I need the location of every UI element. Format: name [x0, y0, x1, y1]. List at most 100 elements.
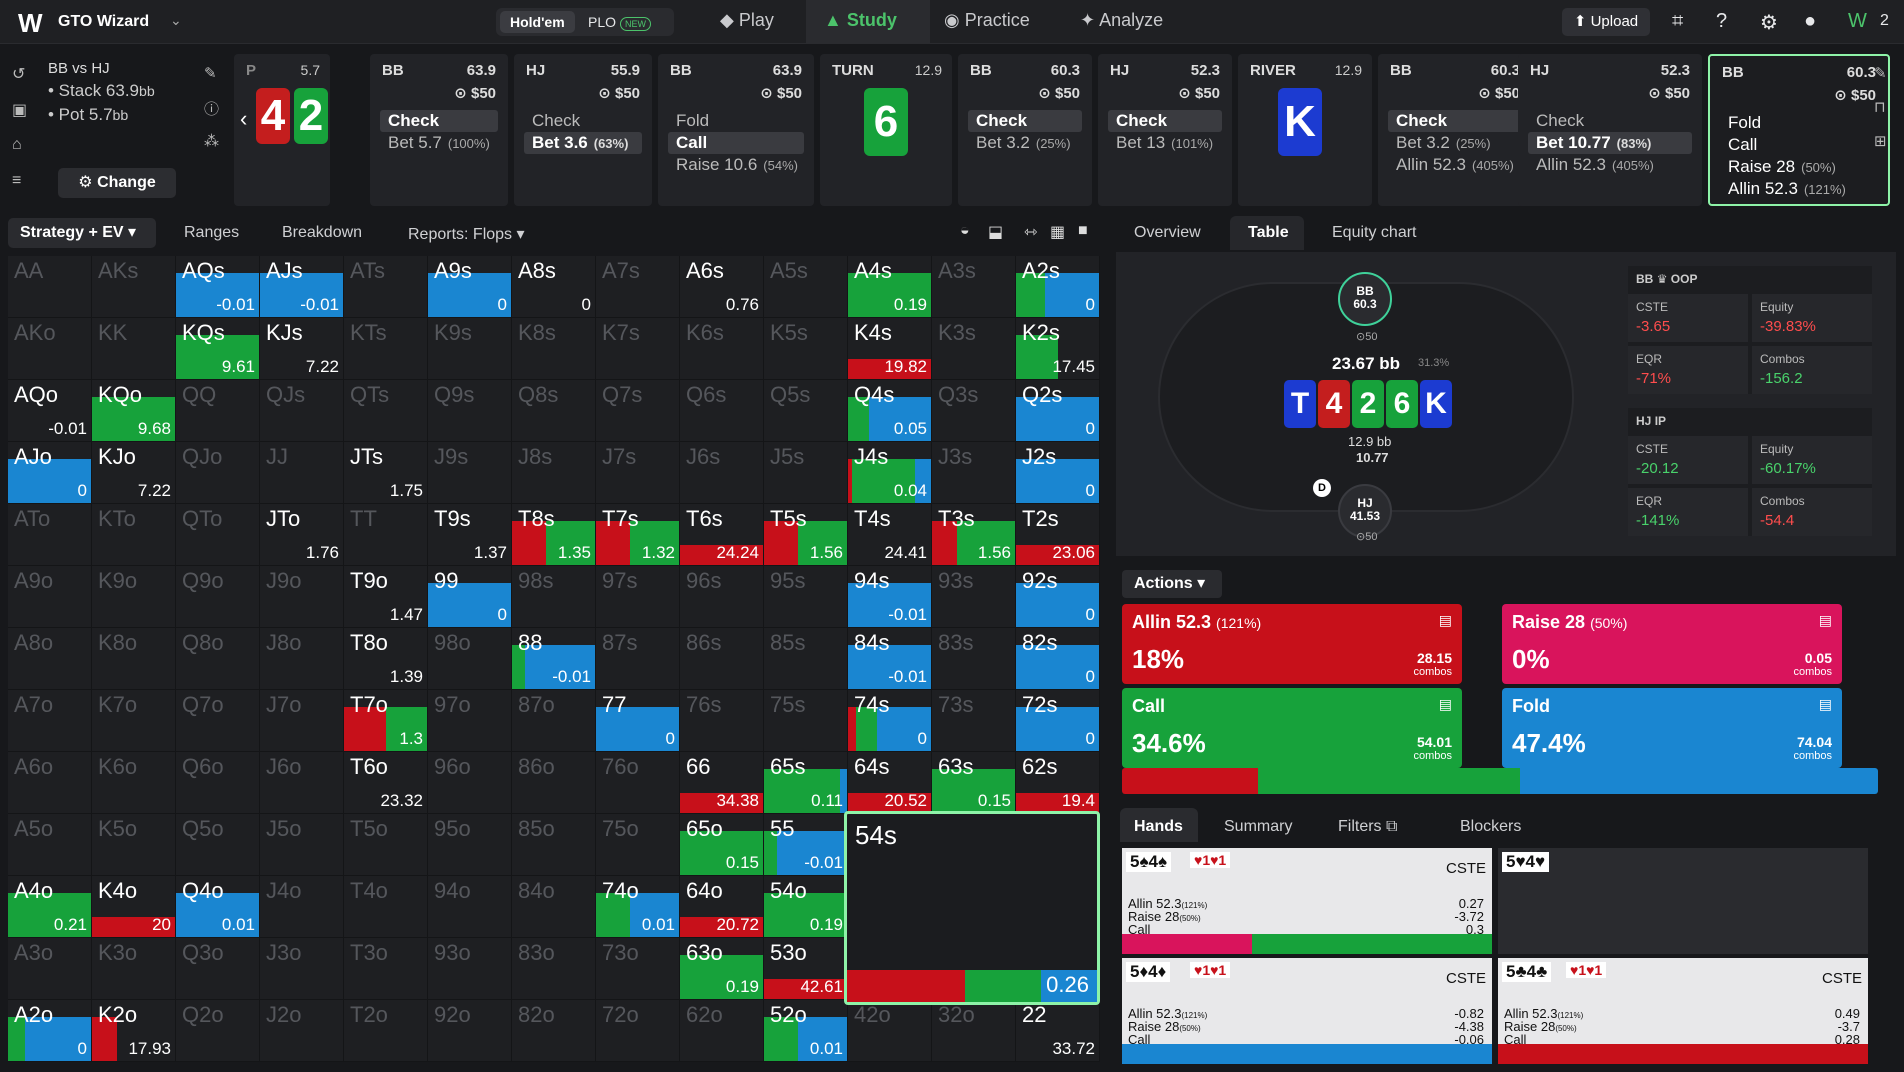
- hand-cell[interactable]: Q5s: [764, 380, 848, 442]
- tab-filters[interactable]: Filters ⧉: [1338, 818, 1397, 836]
- hand-cell[interactable]: 42o: [848, 1000, 932, 1062]
- hand-cell[interactable]: A3o: [8, 938, 92, 1000]
- hand-cell[interactable]: 33.72 22: [1016, 1000, 1100, 1062]
- hand-cell[interactable]: K8s: [512, 318, 596, 380]
- hand-cell[interactable]: 0.19 A4s: [848, 256, 932, 318]
- hand-cell[interactable]: Q2o: [176, 1000, 260, 1062]
- hand-cell[interactable]: 1.32 T7s: [596, 504, 680, 566]
- tab-summary[interactable]: Summary: [1224, 818, 1292, 836]
- hand-combo-card[interactable]: 5♠4♠ ♥1♥1 CSTE Allin 52.3(121%) 0.27 Raise 28…: [1122, 848, 1492, 954]
- action-option[interactable]: Call: [668, 132, 804, 154]
- hand-cell[interactable]: 0 82s: [1016, 628, 1100, 690]
- edit-icon[interactable]: ✎: [1874, 64, 1887, 82]
- hand-cell[interactable]: J5s: [764, 442, 848, 504]
- selected-hand-cell[interactable]: 54s 0.26: [844, 811, 1100, 1005]
- nav-study[interactable]: ▲ Study: [824, 10, 897, 31]
- hand-cell[interactable]: 93o: [428, 938, 512, 1000]
- hand-cell[interactable]: 87o: [512, 690, 596, 752]
- hand-cell[interactable]: 23.32 T6o: [344, 752, 428, 814]
- action-option[interactable]: Bet 10.77 (83%): [1528, 132, 1692, 154]
- action-box-call[interactable]: Call ▤ 34.6% 54.01 combos: [1122, 688, 1462, 768]
- action-column-hj[interactable]: HJ 52.3 ⊙ $50 Check Bet 10.77 (83%) Allin 52.3…: [1518, 54, 1702, 206]
- hand-cell[interactable]: 0.15 65o: [680, 814, 764, 876]
- book-icon[interactable]: ⊞: [1874, 132, 1887, 150]
- hand-cell[interactable]: Q8s: [512, 380, 596, 442]
- hand-cell[interactable]: 9.61 KQs: [176, 318, 260, 380]
- hand-cell[interactable]: 0.15 63s: [932, 752, 1016, 814]
- hand-cell[interactable]: 96s: [680, 566, 764, 628]
- hand-cell[interactable]: J7s: [596, 442, 680, 504]
- hand-cell[interactable]: 97s: [596, 566, 680, 628]
- action-option[interactable]: Check: [524, 110, 642, 132]
- hand-cell[interactable]: K5o: [92, 814, 176, 876]
- hand-cell[interactable]: T2o: [344, 1000, 428, 1062]
- hand-cell[interactable]: K6o: [92, 752, 176, 814]
- hand-cell[interactable]: 1.56 T3s: [932, 504, 1016, 566]
- hand-cell[interactable]: 0 77: [596, 690, 680, 752]
- hand-cell[interactable]: QJs: [260, 380, 344, 442]
- hand-cell[interactable]: K3s: [932, 318, 1016, 380]
- hand-cell[interactable]: A9o: [8, 566, 92, 628]
- controller-icon[interactable]: ⌂: [12, 136, 22, 154]
- hand-cell[interactable]: J3s: [932, 442, 1016, 504]
- hand-cell[interactable]: 93s: [932, 566, 1016, 628]
- hand-cell[interactable]: 83o: [512, 938, 596, 1000]
- hand-cell[interactable]: 76o: [596, 752, 680, 814]
- hand-cell[interactable]: -0.01 94s: [848, 566, 932, 628]
- hand-cell[interactable]: Q6s: [680, 380, 764, 442]
- hand-cell[interactable]: J2o: [260, 1000, 344, 1062]
- preflop-column[interactable]: P 5.7 4 2 ‹: [234, 54, 330, 206]
- hand-cell[interactable]: 94o: [428, 876, 512, 938]
- hand-cell[interactable]: -0.01 AQo: [8, 380, 92, 442]
- hand-cell[interactable]: J8s: [512, 442, 596, 504]
- tab-blockers[interactable]: Blockers: [1460, 818, 1521, 836]
- list-icon[interactable]: ▤: [1819, 696, 1832, 713]
- hand-cell[interactable]: J4o: [260, 876, 344, 938]
- strategy-dropdown[interactable]: Strategy + EV ▾: [8, 218, 156, 248]
- hand-cell[interactable]: 7.22 KJo: [92, 442, 176, 504]
- hand-cell[interactable]: -0.01 AQs: [176, 256, 260, 318]
- hand-cell[interactable]: K9o: [92, 566, 176, 628]
- action-option[interactable]: Bet 3.2 (25%): [968, 132, 1082, 154]
- action-column-bb[interactable]: BB 60.3 ⊙ $50 Check Bet 3.2 (25%) Allin 52.3 (4…: [1378, 54, 1532, 206]
- hand-cell[interactable]: A5s: [764, 256, 848, 318]
- info-icon[interactable]: ⓘ: [204, 98, 219, 119]
- hand-cell[interactable]: J7o: [260, 690, 344, 752]
- plo-option[interactable]: PLO NEW: [578, 11, 661, 33]
- nav-practice[interactable]: ◉ Practice: [944, 10, 1030, 31]
- hand-cell[interactable]: J3o: [260, 938, 344, 1000]
- hand-cell[interactable]: 23.06 T2s: [1016, 504, 1100, 566]
- hand-cell[interactable]: 0 92s: [1016, 566, 1100, 628]
- hand-cell[interactable]: 0 A9s: [428, 256, 512, 318]
- hand-cell[interactable]: 24.24 T6s: [680, 504, 764, 566]
- hand-cell[interactable]: 83s: [932, 628, 1016, 690]
- hand-cell[interactable]: T5o: [344, 814, 428, 876]
- hand-cell[interactable]: 1.35 T8s: [512, 504, 596, 566]
- hand-cell[interactable]: J5o: [260, 814, 344, 876]
- hand-cell[interactable]: -0.01 88: [512, 628, 596, 690]
- action-option[interactable]: Bet 3.6 (63%): [524, 132, 642, 154]
- change-button[interactable]: ⚙ Change: [58, 168, 176, 198]
- hand-cell[interactable]: 72o: [596, 1000, 680, 1062]
- action-column-bb[interactable]: BB 63.9 ⊙ $50 Fold Call Raise 10.6 (54%): [658, 54, 814, 206]
- upload-button[interactable]: ⬆ Upload: [1562, 8, 1650, 36]
- hand-cell[interactable]: 0 A2s: [1016, 256, 1100, 318]
- hand-cell[interactable]: Q3o: [176, 938, 260, 1000]
- app-title[interactable]: GTO Wizard: [58, 13, 149, 31]
- action-option[interactable]: Raise 28 (50%): [1720, 156, 1878, 178]
- hand-cell[interactable]: 95s: [764, 566, 848, 628]
- list-icon[interactable]: ▤: [1439, 696, 1452, 713]
- hand-cell[interactable]: 75s: [764, 690, 848, 752]
- hand-cell[interactable]: J6o: [260, 752, 344, 814]
- hand-cell[interactable]: 24.41 T4s: [848, 504, 932, 566]
- tab-reports[interactable]: Reports: Flops ▾: [408, 224, 525, 244]
- hand-cell[interactable]: 20 K4o: [92, 876, 176, 938]
- hand-cell[interactable]: 32o: [932, 1000, 1016, 1062]
- hand-cell[interactable]: JJ: [260, 442, 344, 504]
- hand-cell[interactable]: A5o: [8, 814, 92, 876]
- action-option[interactable]: Check: [1388, 110, 1522, 132]
- chevron-left-icon[interactable]: ‹: [240, 106, 247, 132]
- actions-dropdown[interactable]: Actions ▾: [1122, 570, 1222, 598]
- hand-cell[interactable]: A7o: [8, 690, 92, 752]
- tab-ranges[interactable]: Ranges: [184, 224, 239, 242]
